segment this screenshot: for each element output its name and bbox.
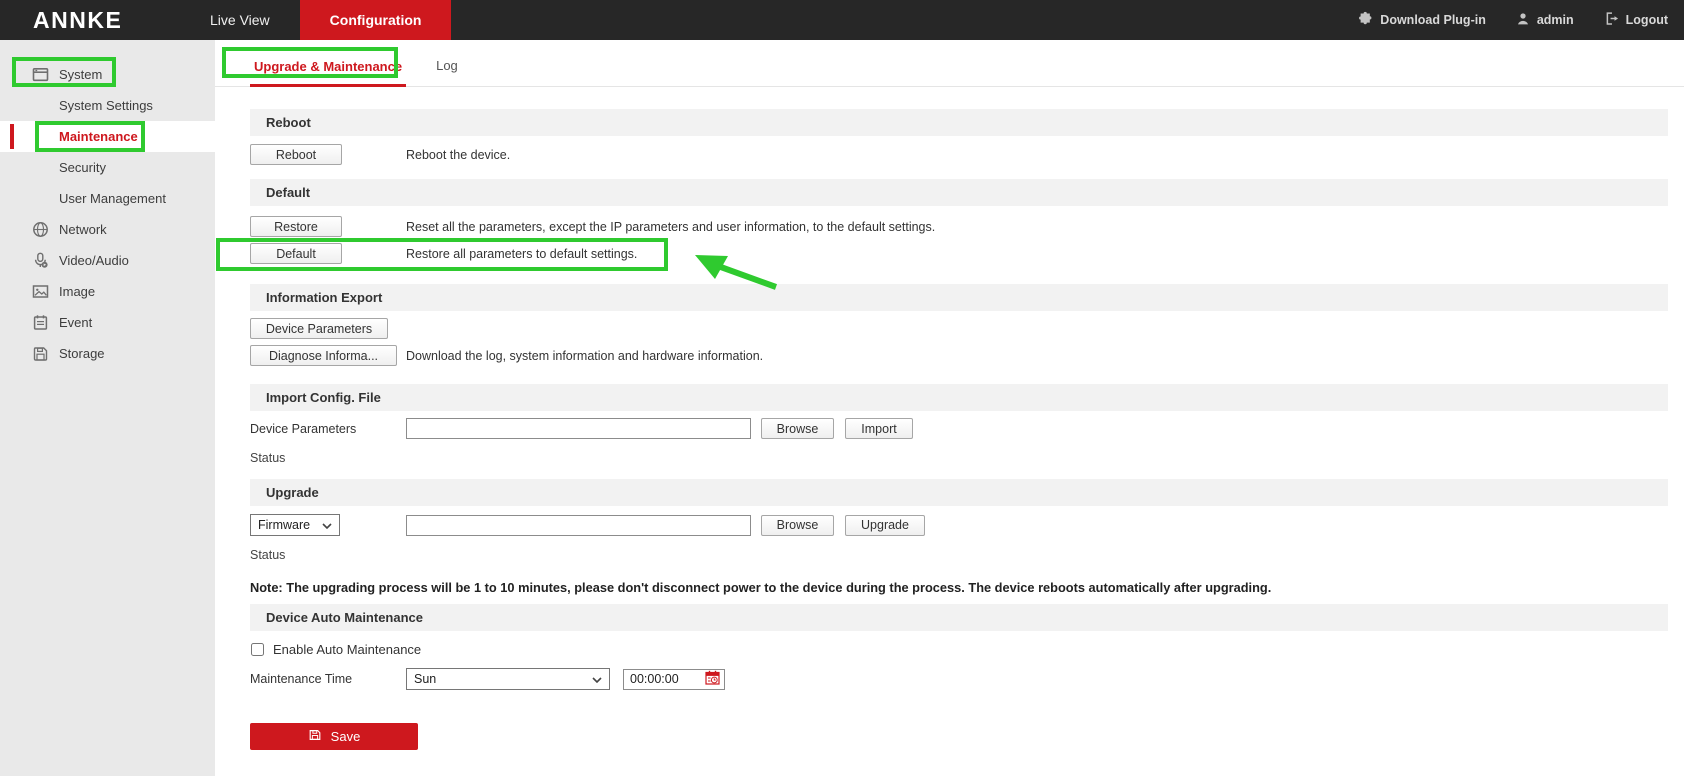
reboot-button[interactable]: Reboot (250, 144, 342, 165)
network-icon (32, 221, 49, 238)
section-header-upgrade: Upgrade (250, 479, 1668, 506)
user-menu[interactable]: admin (1516, 12, 1574, 29)
reboot-row: Reboot Reboot the device. (250, 144, 1668, 165)
calendar-icon (705, 670, 720, 688)
sidebar-item-video-audio[interactable]: Video/Audio (0, 245, 215, 276)
section-header-information-export: Information Export (250, 284, 1668, 311)
diagnose-information-button[interactable]: Diagnose Informa... (250, 345, 397, 366)
upgrade-type-select[interactable]: Firmware (250, 514, 340, 536)
section-header-auto-maintenance: Device Auto Maintenance (250, 604, 1668, 631)
sidebar-item-image[interactable]: Image (0, 276, 215, 307)
sidebar-label: System (59, 67, 103, 82)
storage-icon (32, 345, 49, 362)
sidebar: System System Settings Maintenance Secur… (0, 40, 215, 776)
maintenance-time-value: 00:00:00 (630, 672, 679, 686)
sidebar-item-security[interactable]: Security (0, 152, 215, 183)
sidebar-label: Network (59, 222, 107, 237)
import-config-row: Device Parameters Browse Import (250, 418, 1668, 439)
main-panel: Upgrade & Maintenance Log Reboot Reboot … (215, 40, 1684, 776)
restore-button[interactable]: Restore (250, 216, 342, 237)
upgrade-file-input[interactable] (406, 514, 751, 536)
sidebar-label: Event (59, 315, 93, 330)
upgrade-status-label: Status (250, 547, 286, 562)
maintenance-time-label: Maintenance Time (250, 672, 353, 686)
sidebar-item-maintenance[interactable]: Maintenance (0, 121, 215, 152)
nav-configuration[interactable]: Configuration (299, 0, 452, 40)
import-file-input[interactable] (406, 418, 751, 439)
tab-log[interactable]: Log (432, 58, 462, 86)
enable-auto-maintenance-label: Enable Auto Maintenance (273, 641, 422, 657)
logout-icon (1604, 11, 1619, 29)
sidebar-item-system[interactable]: System (0, 59, 215, 90)
section-header-reboot: Reboot (250, 109, 1668, 136)
upgrade-button[interactable]: Upgrade (845, 514, 925, 536)
enable-auto-maintenance-checkbox[interactable] (251, 642, 264, 656)
default-row: Default Restore all parameters to defaul… (250, 243, 1668, 264)
restore-row: Restore Reset all the parameters, except… (250, 216, 1668, 237)
maintenance-day-select[interactable]: Sun (406, 668, 610, 690)
tab-bar: Upgrade & Maintenance Log (215, 40, 1684, 87)
import-browse-button[interactable]: Browse (761, 418, 834, 439)
restore-description: Reset all the parameters, except the IP … (406, 219, 936, 234)
sidebar-label: Image (59, 284, 96, 299)
device-parameters-export-button[interactable]: Device Parameters (250, 318, 388, 339)
sidebar-item-storage[interactable]: Storage (0, 338, 215, 369)
import-status-label: Status (250, 450, 286, 465)
device-parameters-export-row: Device Parameters (250, 318, 1668, 339)
image-icon (32, 283, 49, 300)
enable-auto-maintenance-row: Enable Auto Maintenance (250, 640, 1668, 658)
tab-upgrade-maintenance[interactable]: Upgrade & Maintenance (250, 59, 407, 87)
nav-live-view[interactable]: Live View (180, 0, 300, 40)
section-header-default: Default (250, 179, 1668, 206)
maintenance-day-value: Sun (414, 672, 437, 686)
user-icon (1516, 12, 1530, 29)
import-device-parameters-label: Device Parameters (250, 421, 357, 436)
topbar-actions: Download Plug-in admin Logout (1358, 0, 1684, 40)
sidebar-label: Security (59, 160, 106, 175)
sidebar-item-network[interactable]: Network (0, 214, 215, 245)
maintenance-time-row: Maintenance Time Sun 00:00:00 (250, 668, 1668, 690)
upgrade-type-value: Firmware (258, 518, 311, 532)
video-audio-icon (32, 252, 49, 269)
top-bar: ANNKE Live View Configuration Download P… (0, 0, 1684, 40)
sidebar-label: Maintenance (59, 129, 138, 144)
download-plugin-button[interactable]: Download Plug-in (1358, 11, 1486, 29)
upgrade-note: Note: The upgrading process will be 1 to… (250, 580, 1272, 595)
plugin-icon (1358, 11, 1373, 29)
section-header-import-config: Import Config. File (250, 384, 1668, 411)
reboot-description: Reboot the device. (406, 147, 511, 162)
event-icon (32, 314, 49, 331)
system-icon (32, 66, 49, 83)
import-button[interactable]: Import (845, 418, 913, 439)
logout-button[interactable]: Logout (1604, 11, 1668, 29)
sidebar-item-system-settings[interactable]: System Settings (0, 90, 215, 121)
content: Reboot Reboot Reboot the device. Default… (215, 109, 1684, 750)
annke-logo: ANNKE (33, 6, 123, 33)
chevron-down-icon (322, 518, 332, 532)
save-icon (308, 728, 322, 745)
sidebar-label: User Management (59, 191, 166, 206)
sidebar-item-event[interactable]: Event (0, 307, 215, 338)
sidebar-label: System Settings (59, 98, 153, 113)
sidebar-label: Storage (59, 346, 105, 361)
upgrade-browse-button[interactable]: Browse (761, 514, 834, 536)
sidebar-item-user-management[interactable]: User Management (0, 183, 215, 214)
default-description: Restore all parameters to default settin… (406, 246, 638, 261)
maintenance-time-field[interactable]: 00:00:00 (623, 668, 725, 690)
default-button[interactable]: Default (250, 243, 342, 264)
upgrade-row: Firmware Browse Upgrade (250, 514, 1668, 536)
diagnose-description: Download the log, system information and… (406, 348, 764, 363)
diagnose-row: Diagnose Informa... Download the log, sy… (250, 345, 1668, 366)
chevron-down-icon (592, 672, 602, 686)
save-button[interactable]: Save (250, 723, 418, 750)
sidebar-label: Video/Audio (59, 253, 129, 268)
